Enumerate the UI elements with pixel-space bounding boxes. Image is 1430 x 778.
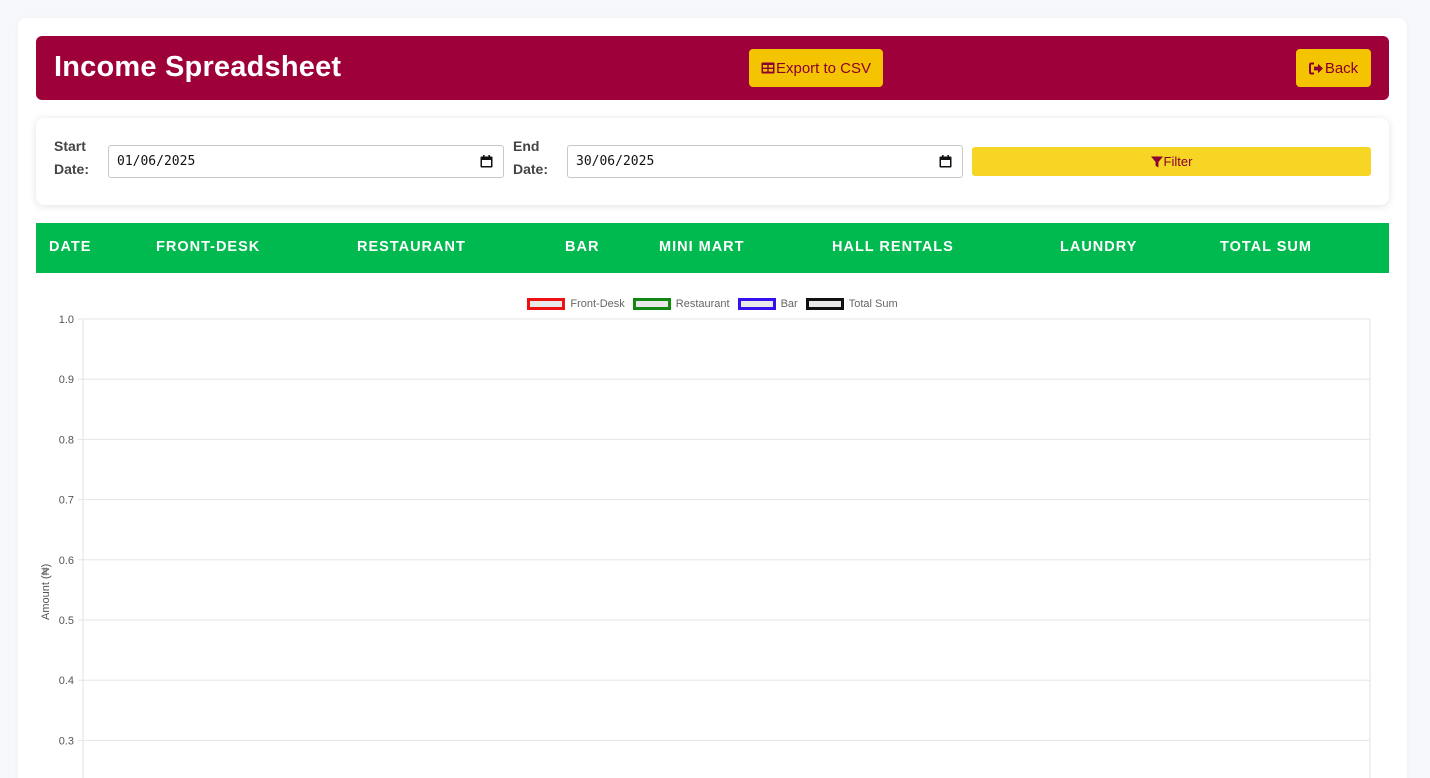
start-date-label-line1: Start: [54, 138, 86, 154]
income-table-header: DATE FRONT-DESK RESTAURANT BAR MINI MART…: [36, 223, 1389, 273]
end-date-label-line2: Date:: [513, 161, 549, 177]
back-button[interactable]: Back: [1296, 49, 1371, 87]
column-header-front-desk[interactable]: FRONT-DESK: [156, 239, 260, 255]
chart-plot: 1.0 0.9 0.8 0.7 0.6 0.5 0.4 0.3: [59, 314, 1371, 778]
filter-button[interactable]: Filter: [972, 147, 1371, 176]
export-csv-button[interactable]: Export to CSV: [749, 49, 883, 87]
filter-card: Start Date: 01/06/2025 End Date: 30/06/2…: [36, 118, 1389, 205]
income-chart: Front-Desk Restaurant Bar Total Sum Amou…: [36, 290, 1389, 778]
column-header-bar[interactable]: BAR: [565, 239, 599, 255]
column-header-total-sum[interactable]: TOTAL SUM: [1220, 239, 1312, 255]
y-tick-label: 0.5: [59, 615, 74, 627]
end-date-label: End Date:: [513, 135, 563, 181]
end-date-label-line1: End: [513, 138, 540, 154]
column-header-mini-mart[interactable]: MINI MART: [659, 239, 745, 255]
y-tick-label: 0.6: [59, 555, 74, 567]
start-date-label-line2: Date:: [54, 161, 90, 177]
column-header-hall-rentals[interactable]: HALL RENTALS: [832, 239, 954, 255]
back-label: Back: [1324, 59, 1359, 77]
y-tick-label: 0.8: [59, 434, 74, 446]
table-icon: [761, 62, 775, 74]
filter-label: Filter: [1163, 154, 1193, 169]
y-tick-label: 0.4: [59, 675, 74, 687]
column-header-date[interactable]: DATE: [49, 239, 91, 255]
page-title: Income Spreadsheet: [54, 51, 342, 83]
y-tick-label: 0.7: [59, 495, 74, 507]
calendar-icon[interactable]: [939, 155, 952, 172]
filter-icon: [1150, 156, 1163, 168]
start-date-input[interactable]: 01/06/2025: [108, 145, 504, 178]
header-bar: Income Spreadsheet Export to CSV Back: [36, 36, 1389, 100]
end-date-value: 30/06/2025: [576, 154, 655, 169]
y-tick-label: 0.9: [59, 374, 74, 386]
column-header-laundry[interactable]: LAUNDRY: [1060, 239, 1137, 255]
sign-out-icon: [1308, 62, 1324, 75]
start-date-label: Start Date:: [54, 135, 104, 181]
end-date-input[interactable]: 30/06/2025: [567, 145, 963, 178]
y-tick-label: 1.0: [59, 314, 74, 326]
y-tick-label: 0.3: [59, 735, 74, 747]
export-csv-label: Export to CSV: [775, 59, 872, 77]
calendar-icon[interactable]: [480, 155, 493, 172]
column-header-restaurant[interactable]: RESTAURANT: [357, 239, 466, 255]
start-date-value: 01/06/2025: [117, 154, 196, 169]
